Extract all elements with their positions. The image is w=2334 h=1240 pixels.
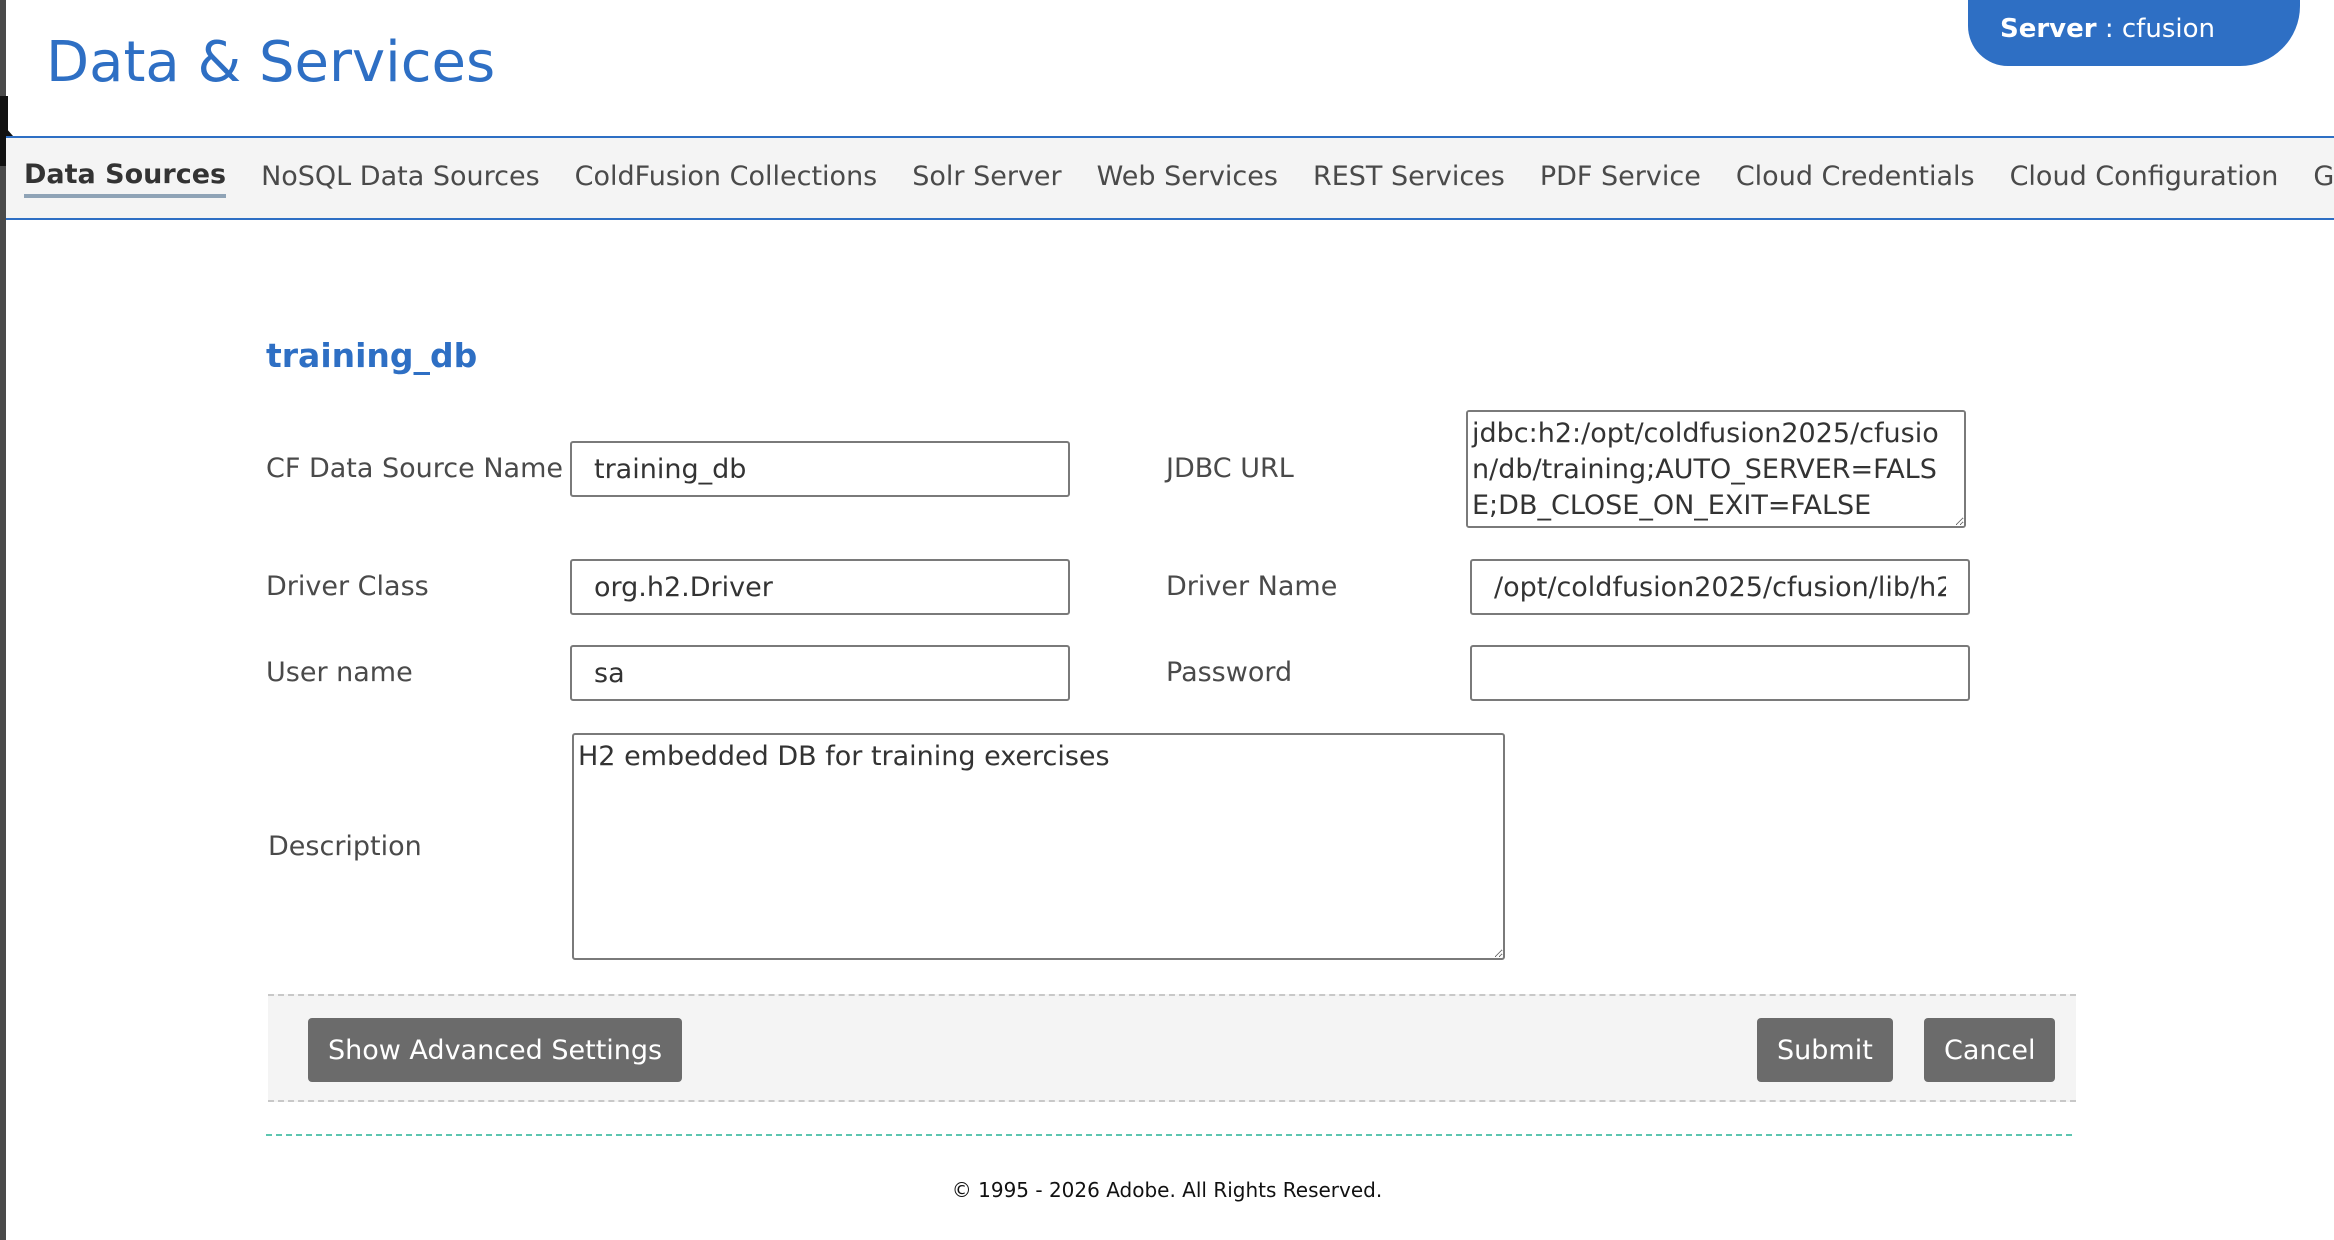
tab-pdf-service[interactable]: PDF Service [1540,161,1701,196]
user-name-label: User name [266,657,413,688]
driver-class-label: Driver Class [266,571,429,602]
driver-name-input[interactable] [1470,559,1970,615]
description-label: Description [268,831,422,862]
show-advanced-settings-button[interactable]: Show Advanced Settings [308,1018,683,1082]
server-name: cfusion [2121,14,2215,44]
jdbc-url-textarea[interactable]: jdbc:h2:/opt/coldfusion2025/cfusion/db/t… [1466,410,1966,528]
submit-button[interactable]: Submit [1757,1018,1893,1082]
user-name-input[interactable] [570,645,1070,701]
tab-cloud-configuration[interactable]: Cloud Configuration [2010,161,2279,196]
nav-bar: Data Sources NoSQL Data Sources ColdFusi… [6,136,2334,220]
footer-copyright: © 1995 - 2026 Adobe. All Rights Reserved… [951,1178,1383,1202]
cf-data-source-name-label: CF Data Source Name [266,453,563,484]
footer-divider [266,1134,2072,1136]
button-bar: Show Advanced Settings Submit Cancel [268,994,2076,1102]
tab-web-services[interactable]: Web Services [1097,161,1278,196]
cf-data-source-name-input[interactable] [570,441,1070,497]
nav-tabs: Data Sources NoSQL Data Sources ColdFusi… [24,138,2334,218]
cancel-button[interactable]: Cancel [1924,1018,2056,1082]
tab-coldfusion-collections[interactable]: ColdFusion Collections [575,161,878,196]
password-input[interactable] [1470,645,1970,701]
tab-solr-server[interactable]: Solr Server [912,161,1061,196]
tab-graphql[interactable]: GraphQL [2313,161,2334,196]
driver-class-input[interactable] [570,559,1070,615]
description-textarea[interactable]: H2 embedded DB for training exercises [572,733,1505,960]
tab-nosql-data-sources[interactable]: NoSQL Data Sources [261,161,540,196]
section-title: training_db [266,336,478,375]
driver-name-label: Driver Name [1166,571,1338,602]
server-separator: : [2096,14,2122,44]
tab-data-sources[interactable]: Data Sources [24,159,227,198]
password-label: Password [1166,657,1293,688]
tab-cloud-credentials[interactable]: Cloud Credentials [1736,161,1975,196]
server-label: Server [2000,14,2097,44]
server-badge: Server : cfusion [1968,0,2300,66]
page-title: Data & Services [46,30,496,95]
tab-rest-services[interactable]: REST Services [1313,161,1505,196]
jdbc-url-label: JDBC URL [1166,453,1294,484]
